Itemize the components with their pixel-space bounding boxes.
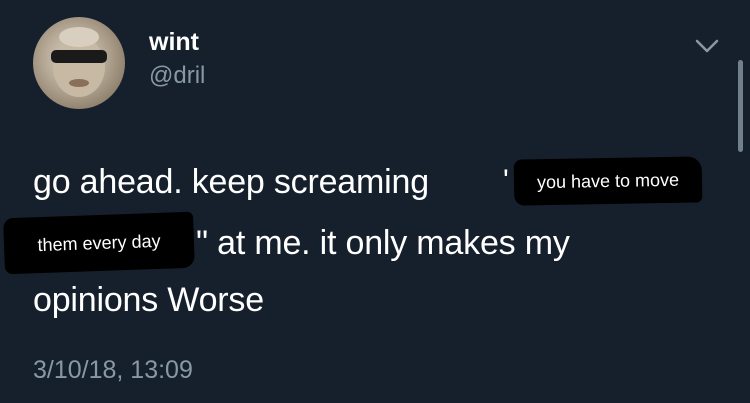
scrollbar[interactable] [738, 60, 743, 152]
tweet-timestamp[interactable]: 3/10/18, 13:09 [33, 356, 193, 385]
redaction-marker-2: them every day [3, 211, 195, 275]
profile-photo-icon [51, 27, 107, 97]
tweet-text-line-3: opinions Worse [33, 281, 264, 319]
tweet-text-line-2: " at me. it only makes my [196, 224, 570, 262]
author-handle[interactable]: @dril [149, 62, 205, 90]
tweet-text-line-1: go ahead. keep screaming [33, 163, 429, 201]
redaction-marker-1: you have to move [513, 156, 703, 206]
author-name[interactable]: wint [149, 28, 199, 57]
quote-mark: ' [503, 164, 509, 197]
chevron-down-icon[interactable] [694, 36, 720, 56]
redacted-text-1: you have to move [536, 169, 680, 192]
redacted-text-2: them every day [37, 230, 161, 255]
avatar[interactable] [33, 17, 125, 109]
